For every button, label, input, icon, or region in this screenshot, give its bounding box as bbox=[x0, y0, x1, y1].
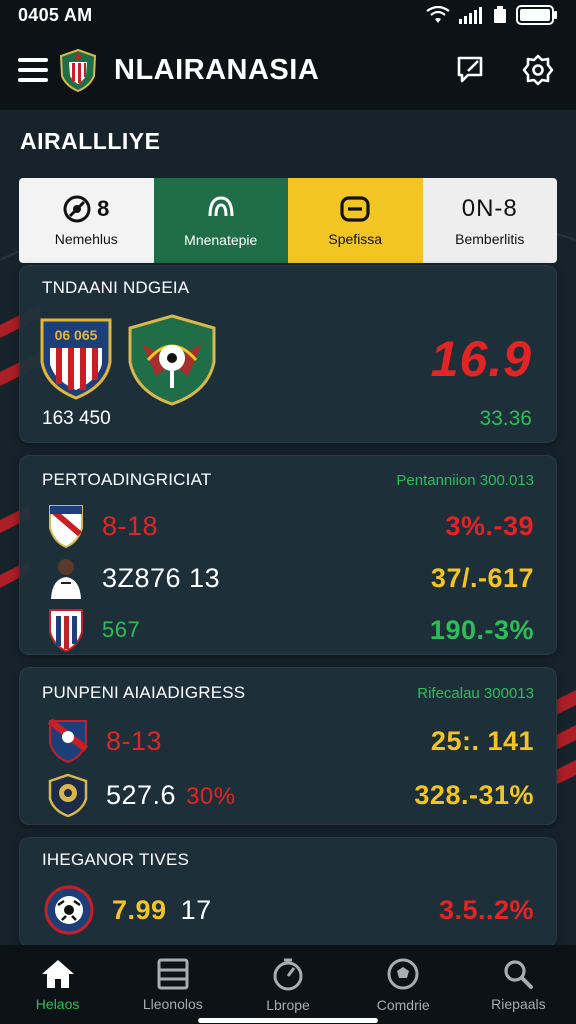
row-value: 567 bbox=[102, 617, 141, 642]
team-crest bbox=[48, 773, 88, 817]
card-title: PUNPENI AIAIADIGRESS bbox=[42, 683, 246, 702]
list-item[interactable]: 8-13 25:. 141 bbox=[20, 714, 556, 768]
list-item[interactable]: 7.99 17 3.5..2% bbox=[20, 880, 556, 940]
nav-item-timer[interactable]: Lbrope bbox=[230, 945, 345, 1024]
battery-icon bbox=[516, 5, 557, 25]
row-right: 190.-3% bbox=[429, 614, 534, 645]
nav-label: Lbrope bbox=[266, 996, 310, 1013]
card-title: PERTOADINGRICIAT bbox=[42, 470, 212, 489]
stats-card-b: PERTOADINGRICIAT Pentanniion 300.013 8-1… bbox=[19, 455, 557, 655]
card-subtitle: Pentanniion 300.013 bbox=[396, 471, 534, 489]
status-icons bbox=[426, 5, 558, 25]
chat-icon bbox=[457, 56, 483, 83]
calendar-icon bbox=[340, 195, 370, 222]
row-value: 8-18 bbox=[102, 510, 159, 541]
team-crest bbox=[49, 505, 83, 548]
featured-right-stat: 33.36 bbox=[479, 407, 532, 430]
nav-label: Helaos bbox=[35, 995, 80, 1012]
featured-match-card[interactable]: TNDAANI NDGEIA 06 065 16.9 163 450 33.36 bbox=[19, 265, 557, 443]
app-bar: NLAIRANASIA bbox=[0, 30, 576, 110]
player-avatar bbox=[51, 559, 81, 599]
nav-label: Riepaals bbox=[491, 995, 546, 1012]
category-tabs: 8 Nemehlus Mnenatepie Spefissa 0N-8 Bemb… bbox=[19, 178, 557, 263]
featured-left-stat: 163 450 bbox=[42, 408, 111, 429]
row-right: 37/.-617 bbox=[430, 562, 534, 593]
team-a-crest-text: 06 065 bbox=[55, 327, 98, 343]
sim-icon bbox=[494, 6, 506, 23]
row-value: 7.99 bbox=[112, 894, 167, 925]
menu-icon[interactable] bbox=[18, 58, 48, 82]
timer-icon bbox=[273, 958, 303, 990]
tab-spefissa[interactable]: Spefissa bbox=[288, 178, 423, 263]
chat-button[interactable] bbox=[450, 50, 490, 90]
ball-icon bbox=[387, 958, 419, 989]
tab-value: 8 bbox=[97, 195, 110, 221]
nav-item-home[interactable]: Helaos bbox=[0, 945, 115, 1024]
row-right: 3%.-39 bbox=[445, 510, 534, 541]
row-right: 328.-31% bbox=[414, 779, 534, 810]
status-time: 0405 AM bbox=[18, 4, 93, 25]
row-value-secondary: 30% bbox=[186, 782, 236, 810]
nav-item-search[interactable]: Riepaals bbox=[461, 945, 576, 1024]
status-bar: 0405 AM bbox=[0, 0, 576, 30]
row-value: 527.6 bbox=[106, 779, 177, 810]
home-indicator bbox=[198, 1018, 378, 1023]
settings-button[interactable] bbox=[518, 50, 558, 90]
team-crest bbox=[48, 719, 88, 763]
tab-nemehlus[interactable]: 8 Nemehlus bbox=[19, 178, 154, 263]
list-item[interactable]: 3Z876 13 37/.-617 bbox=[20, 552, 556, 604]
team-crest bbox=[49, 609, 83, 652]
team-a-crest: 06 065 bbox=[40, 318, 112, 400]
tab-label: Bemberlitis bbox=[455, 230, 525, 247]
row-right: 3.5..2% bbox=[438, 894, 534, 925]
tab-label: Mnenatepie bbox=[184, 231, 258, 248]
list-icon bbox=[157, 958, 189, 989]
signal-icon bbox=[459, 7, 482, 24]
row-value: 3Z876 13 bbox=[102, 562, 221, 593]
search-icon bbox=[504, 959, 534, 989]
app-title: NLAIRANASIA bbox=[114, 53, 320, 86]
home-icon bbox=[41, 959, 74, 988]
gear-icon bbox=[522, 54, 554, 86]
stats-card-c: PUNPENI AIAIADIGRESS Rifecalau 300013 8-… bbox=[19, 667, 557, 825]
ball-icon bbox=[63, 195, 91, 222]
list-item[interactable]: 527.6 30% 328.-31% bbox=[20, 768, 556, 822]
nav-item-lists[interactable]: Lleonolos bbox=[115, 945, 230, 1024]
nav-item-matches[interactable]: Comdrie bbox=[346, 945, 461, 1024]
tab-mnenatepie[interactable]: Mnenatepie bbox=[153, 178, 288, 263]
tab-label: Spefissa bbox=[328, 230, 383, 247]
team-crest bbox=[44, 885, 94, 935]
row-value-secondary: 17 bbox=[180, 894, 212, 925]
bottom-nav: Helaos Lleonolos Lbrope Comdrie Riepaals bbox=[0, 945, 576, 1024]
nav-label: Lleonolos bbox=[142, 995, 203, 1012]
list-item[interactable]: 567 190.-3% bbox=[20, 604, 556, 656]
section-title: AIRALLLIYE bbox=[20, 128, 161, 154]
featured-score: 16.9 bbox=[430, 331, 532, 387]
shield-icon bbox=[208, 195, 234, 216]
row-right: 25:. 141 bbox=[430, 725, 534, 756]
team-b-crest bbox=[128, 314, 216, 406]
stats-card-d: IHEGANOR TIVES 7.99 17 3.5..2% bbox=[19, 837, 557, 947]
tab-value: 0N-8 bbox=[461, 194, 518, 222]
row-value: 8-13 bbox=[106, 725, 163, 756]
card-subtitle: Rifecalau 300013 bbox=[417, 684, 534, 702]
featured-title: TNDAANI NDGEIA bbox=[42, 278, 190, 297]
nav-label: Comdrie bbox=[376, 996, 430, 1013]
tab-label: Nemehlus bbox=[54, 230, 118, 247]
card-title: IHEGANOR TIVES bbox=[42, 850, 190, 869]
tab-bemberlitis[interactable]: 0N-8 Bemberlitis bbox=[422, 178, 557, 263]
app-logo bbox=[59, 48, 97, 92]
wifi-icon bbox=[426, 6, 450, 23]
list-item[interactable]: 8-18 3%.-39 bbox=[20, 500, 556, 552]
